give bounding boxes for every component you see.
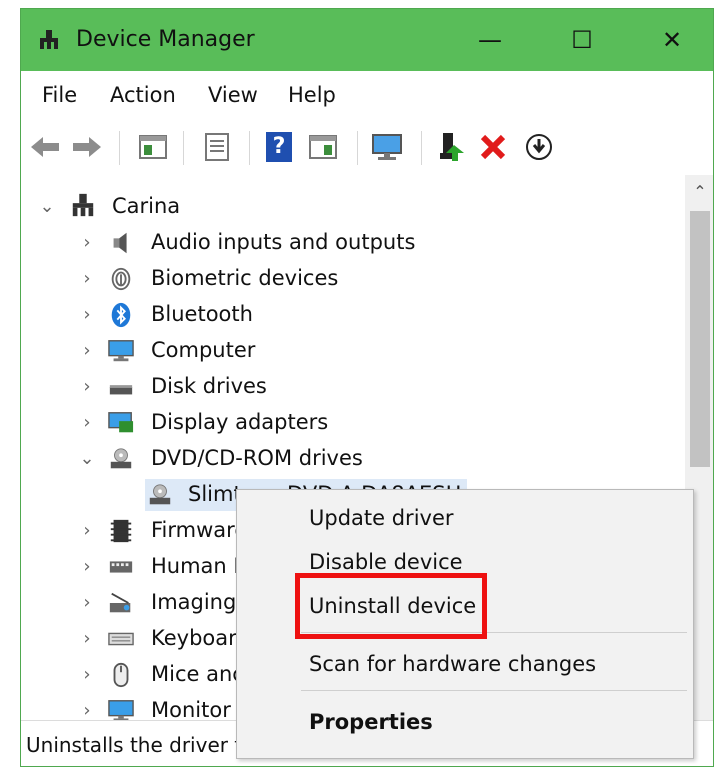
menu-bar: File Action View Help bbox=[21, 71, 713, 121]
bluetooth-icon bbox=[111, 302, 131, 328]
menu-file[interactable]: File bbox=[42, 83, 77, 107]
toolbar-separator bbox=[421, 131, 422, 165]
disk-drive-icon bbox=[109, 385, 133, 395]
tree-item-display-adapters[interactable]: › Display adapters bbox=[21, 405, 686, 441]
chevron-right-icon[interactable]: › bbox=[77, 665, 97, 685]
help-icon: ? bbox=[266, 132, 292, 162]
action-pane-button[interactable] bbox=[305, 129, 341, 165]
forward-arrow-icon bbox=[73, 137, 101, 157]
keyboard-icon bbox=[108, 632, 134, 646]
tree-item-label: Firmware bbox=[151, 518, 248, 542]
toolbar: ? bbox=[21, 121, 713, 176]
toolbar-separator bbox=[119, 131, 120, 165]
show-hide-console-tree-button[interactable] bbox=[135, 129, 171, 165]
monitor-icon bbox=[108, 340, 134, 362]
red-x-icon bbox=[480, 134, 506, 160]
speaker-icon bbox=[113, 232, 127, 254]
imaging-device-icon bbox=[109, 592, 131, 613]
close-button[interactable]: ✕ bbox=[649, 21, 695, 59]
back-arrow-icon bbox=[31, 137, 59, 157]
display-adapter-icon bbox=[108, 412, 134, 433]
tree-root[interactable]: ⌄ Carina bbox=[21, 189, 686, 225]
uninstall-highlight-box bbox=[295, 573, 487, 639]
context-separator bbox=[301, 690, 687, 691]
tree-item-label: Bluetooth bbox=[151, 302, 253, 326]
tree-item-label: Imaging bbox=[151, 590, 237, 614]
minimize-button[interactable]: — bbox=[467, 21, 513, 59]
mouse-icon bbox=[113, 662, 129, 688]
enable-device-toolbar-button[interactable] bbox=[521, 129, 557, 165]
context-properties[interactable]: Properties bbox=[309, 710, 433, 734]
device-manager-icon bbox=[40, 30, 58, 49]
help-toolbar-button[interactable]: ? bbox=[261, 129, 297, 165]
tree-item-label: Display adapters bbox=[151, 410, 329, 434]
menu-view[interactable]: View bbox=[208, 83, 258, 107]
fingerprint-icon bbox=[111, 267, 131, 291]
computer-tree-icon bbox=[72, 193, 94, 217]
back-button[interactable] bbox=[27, 129, 63, 165]
chevron-down-icon[interactable]: ⌄ bbox=[77, 449, 97, 469]
context-update-driver[interactable]: Update driver bbox=[309, 506, 454, 530]
menu-help[interactable]: Help bbox=[288, 83, 336, 107]
tree-item-label: DVD/CD-ROM drives bbox=[151, 446, 363, 470]
chevron-down-icon[interactable]: ⌄ bbox=[37, 197, 57, 217]
tree-item-label: Human I bbox=[151, 554, 240, 578]
toolbar-separator bbox=[183, 131, 184, 165]
window-title: Device Manager bbox=[76, 27, 255, 52]
tree-root-label: Carina bbox=[112, 194, 181, 218]
chevron-right-icon[interactable]: › bbox=[77, 557, 97, 577]
maximize-button[interactable]: ☐ bbox=[559, 21, 605, 59]
tree-item-label: Disk drives bbox=[151, 374, 267, 398]
tree-item-label: Audio inputs and outputs bbox=[151, 230, 416, 254]
tree-item-audio[interactable]: › Audio inputs and outputs bbox=[21, 225, 686, 261]
scan-hardware-button[interactable] bbox=[369, 129, 405, 165]
menu-action[interactable]: Action bbox=[110, 83, 176, 107]
chevron-right-icon[interactable]: › bbox=[77, 521, 97, 541]
chevron-right-icon[interactable]: › bbox=[77, 305, 97, 325]
tree-item-disk-drives[interactable]: › Disk drives bbox=[21, 369, 686, 405]
scroll-thumb[interactable] bbox=[690, 211, 710, 467]
tree-item-biometric[interactable]: › Biometric devices bbox=[21, 261, 686, 297]
monitor-scan-icon bbox=[372, 134, 402, 160]
chevron-right-icon[interactable]: › bbox=[77, 377, 97, 397]
tree-item-dvd-cdrom[interactable]: ⌄ DVD/CD-ROM drives bbox=[21, 441, 686, 477]
status-text: Uninstalls the driver for bbox=[26, 733, 262, 757]
optical-drive-icon bbox=[110, 448, 132, 469]
properties-sheet-icon bbox=[205, 133, 229, 161]
tree-item-computer[interactable]: › Computer bbox=[21, 333, 686, 369]
chevron-right-icon[interactable]: › bbox=[77, 341, 97, 361]
chevron-right-icon[interactable]: › bbox=[77, 269, 97, 289]
console-tree-icon bbox=[139, 135, 167, 159]
toolbar-separator bbox=[357, 131, 358, 165]
chevron-right-icon[interactable]: › bbox=[77, 593, 97, 613]
hid-icon bbox=[109, 561, 133, 573]
context-scan-hardware[interactable]: Scan for hardware changes bbox=[309, 652, 596, 676]
chevron-right-icon[interactable]: › bbox=[77, 629, 97, 649]
download-circle-icon bbox=[526, 134, 552, 160]
toolbar-separator bbox=[249, 131, 250, 165]
tree-item-label: Mice anc bbox=[151, 662, 244, 686]
chevron-right-icon[interactable]: › bbox=[77, 701, 97, 721]
update-driver-toolbar-button[interactable] bbox=[433, 129, 469, 165]
tree-item-label: Biometric devices bbox=[151, 266, 339, 290]
action-pane-icon bbox=[309, 135, 337, 159]
forward-button[interactable] bbox=[69, 129, 105, 165]
chevron-right-icon[interactable]: › bbox=[77, 233, 97, 253]
properties-toolbar-button[interactable] bbox=[199, 129, 235, 165]
scroll-up-arrow-icon[interactable]: ⌃ bbox=[685, 179, 713, 205]
firmware-chip-icon bbox=[110, 519, 132, 543]
uninstall-device-toolbar-button[interactable] bbox=[475, 129, 511, 165]
tree-item-label: Computer bbox=[151, 338, 256, 362]
context-disable-device[interactable]: Disable device bbox=[309, 550, 463, 574]
chevron-right-icon[interactable]: › bbox=[77, 413, 97, 433]
tree-item-label: Monitor bbox=[151, 698, 231, 722]
optical-drive-icon bbox=[149, 484, 171, 505]
update-driver-icon bbox=[440, 133, 464, 161]
tree-item-bluetooth[interactable]: › Bluetooth bbox=[21, 297, 686, 333]
title-bar[interactable]: Device Manager — ☐ ✕ bbox=[21, 9, 713, 71]
tree-item-label: Keyboar bbox=[151, 626, 237, 650]
